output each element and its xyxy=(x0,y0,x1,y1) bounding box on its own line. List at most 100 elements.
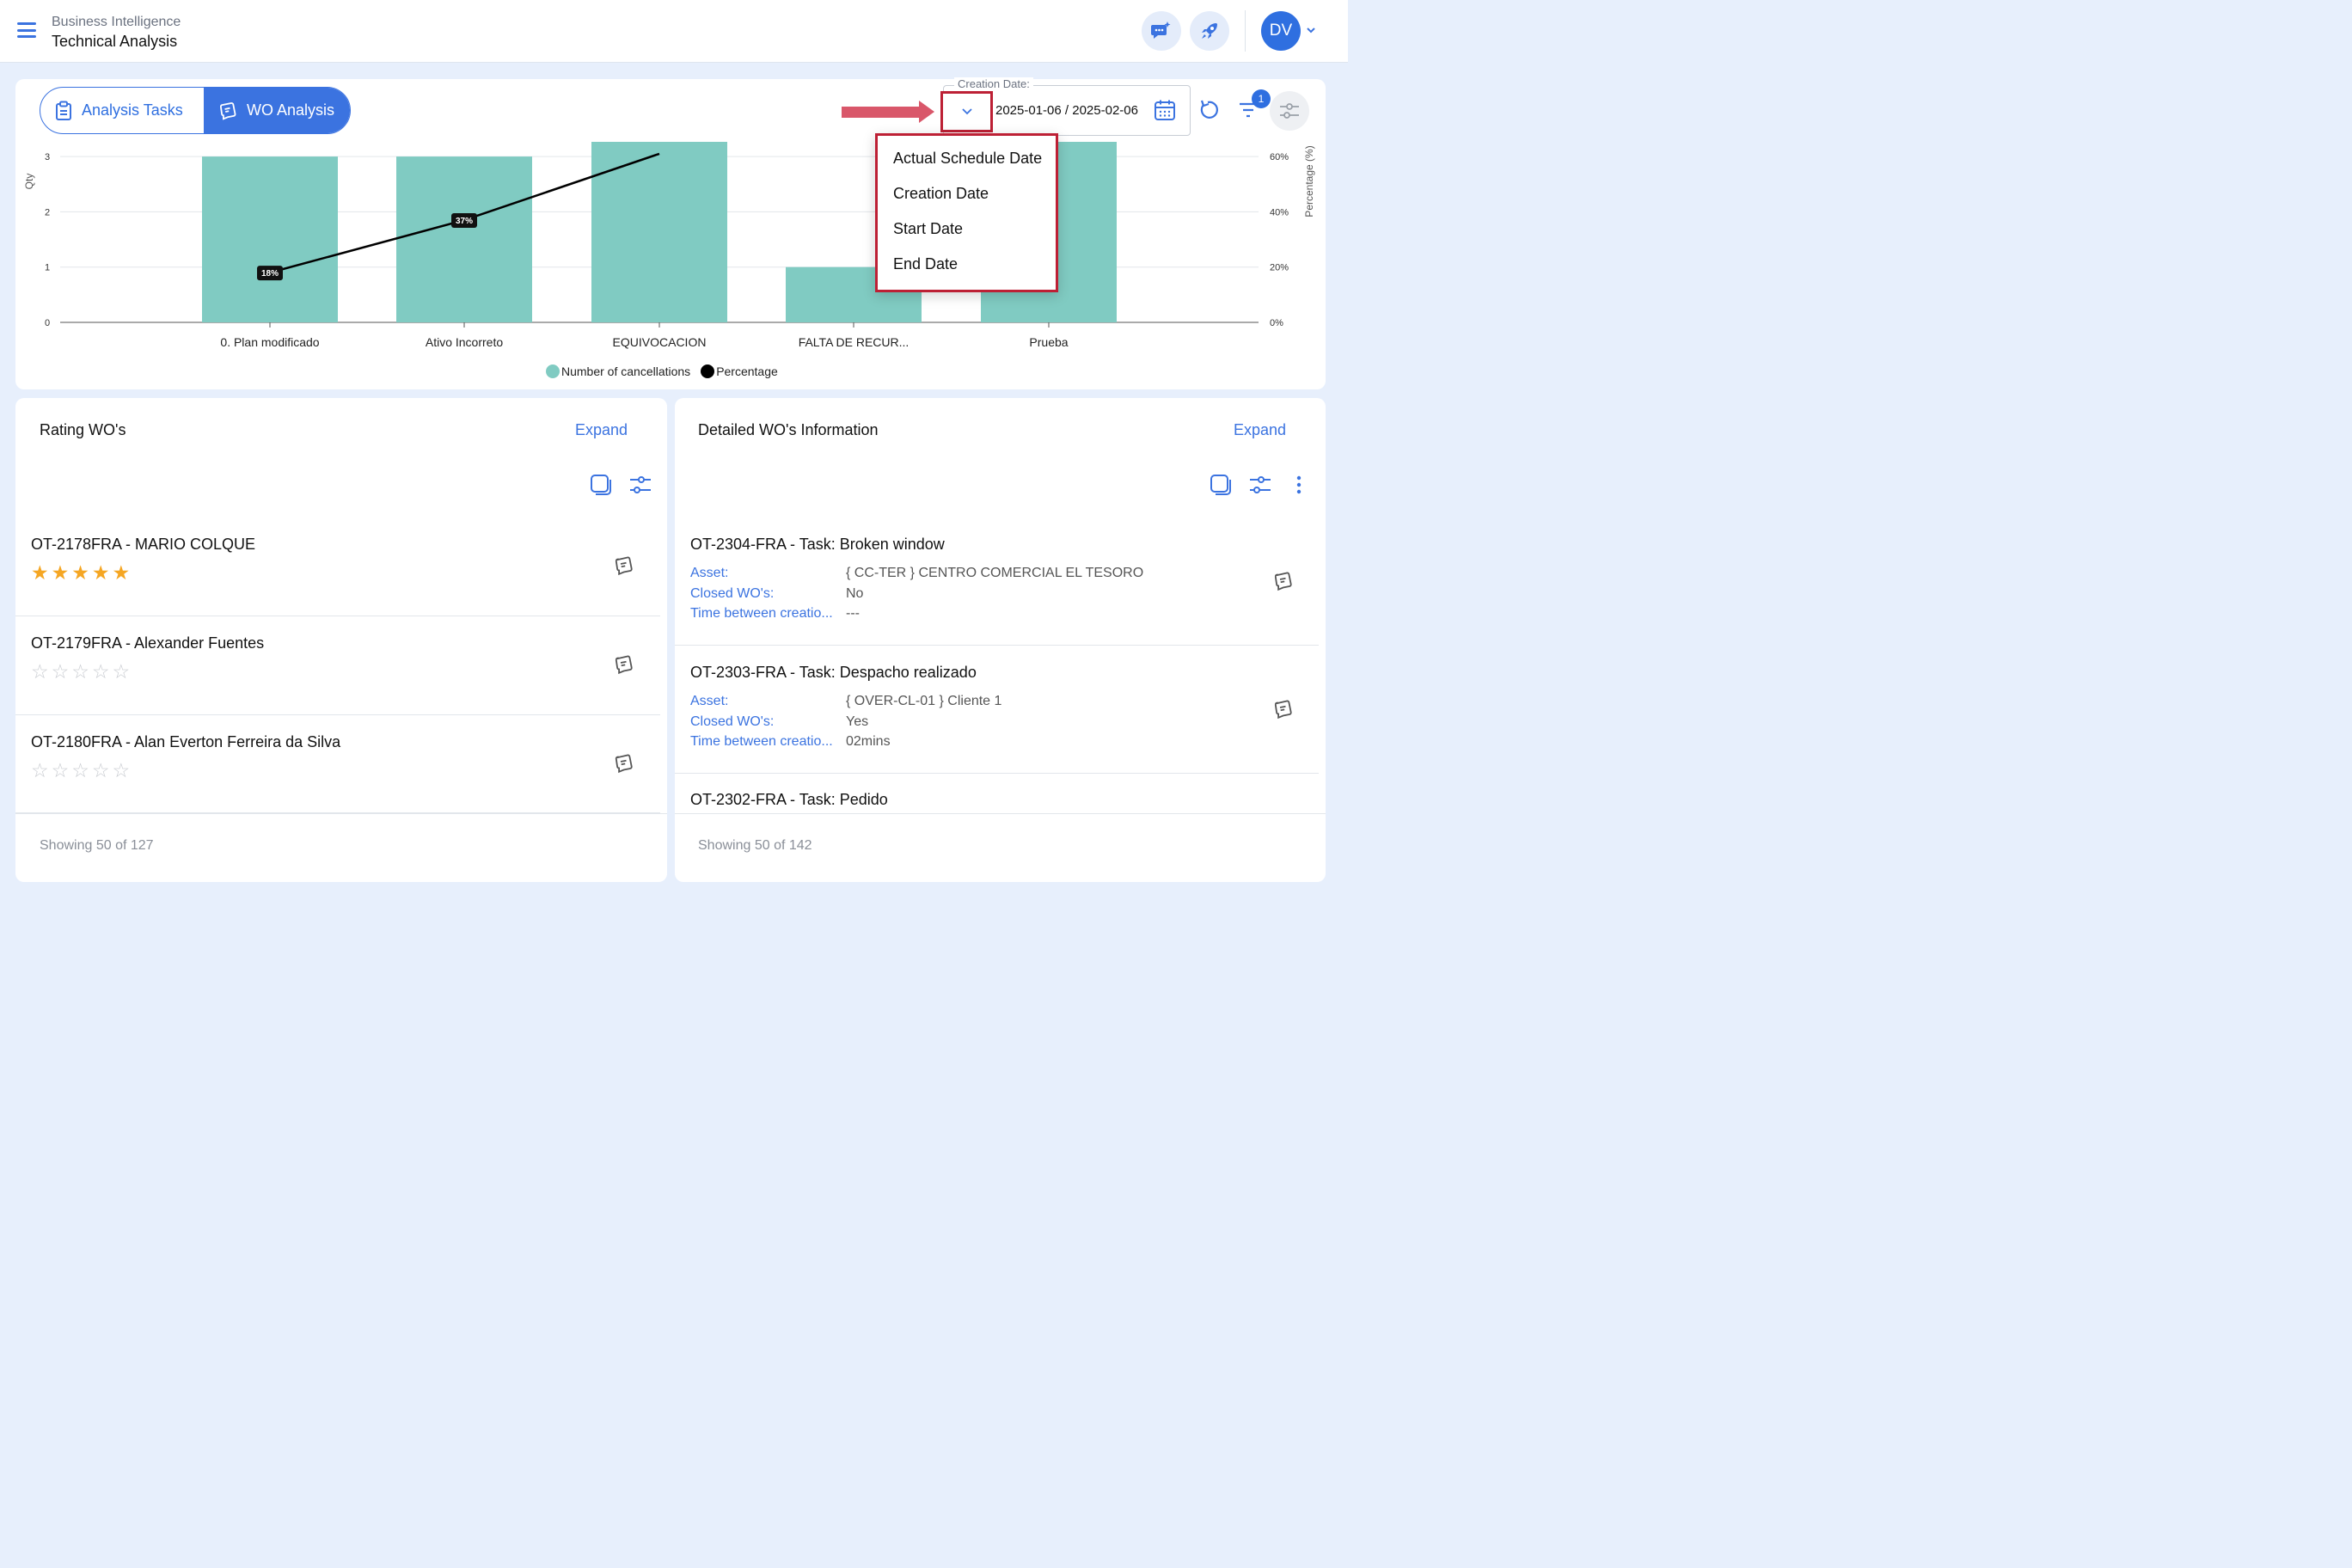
work-order-icon[interactable] xyxy=(1272,698,1295,720)
star-empty-icon: ☆ xyxy=(51,759,70,781)
user-avatar[interactable]: DV xyxy=(1261,11,1301,51)
point-label: 18% xyxy=(261,269,279,279)
breadcrumb-parent: Business Intelligence xyxy=(52,15,181,29)
y-right-tick-label: 40% xyxy=(1270,207,1289,217)
copy-icon[interactable] xyxy=(590,474,612,496)
tab-wo-analysis-label: WO Analysis xyxy=(247,101,335,119)
closed-label: Closed WO's: xyxy=(690,586,775,601)
list-item[interactable]: OT-2178FRA - MARIO COLQUE ★ ★ ★ ★ ★ xyxy=(15,517,660,616)
x-tick-label: 0. Plan modificado xyxy=(220,335,319,349)
chevron-down-icon xyxy=(961,108,972,115)
star-filled-icon: ★ xyxy=(91,561,110,584)
closed-label: Closed WO's: xyxy=(690,714,775,729)
list-item[interactable]: OT-2180FRA - Alan Everton Ferreira da Si… xyxy=(15,715,660,813)
time-label: Time between creatio... xyxy=(690,606,833,621)
star-rating: ☆ ☆ ☆ ☆ ☆ xyxy=(31,761,130,781)
menu-item-start-date[interactable]: Start Date xyxy=(893,220,963,238)
rocket-icon xyxy=(1202,23,1217,39)
tab-wo-analysis[interactable]: WO Analysis xyxy=(204,88,350,133)
page-title: Technical Analysis xyxy=(52,33,178,50)
point-label: 37% xyxy=(456,217,473,226)
rating-item-title: OT-2180FRA - Alan Everton Ferreira da Si… xyxy=(31,733,341,750)
time-value: 02mins xyxy=(846,734,891,749)
calendar-icon[interactable] xyxy=(1154,99,1176,121)
sliders-icon[interactable] xyxy=(628,474,652,496)
y-right-tick-label: 20% xyxy=(1270,263,1289,273)
detail-card: Detailed WO's Information Expand OT-2304… xyxy=(675,398,1326,882)
asset-value: { CC-TER } CENTRO COMERCIAL EL TESORO xyxy=(846,566,1144,580)
card-footer-divider xyxy=(15,813,667,814)
rating-card-title: Rating WO's xyxy=(40,421,126,438)
sliders-icon[interactable] xyxy=(1248,474,1272,496)
bar xyxy=(202,156,338,322)
work-order-icon[interactable] xyxy=(613,752,635,775)
more-vertical-icon[interactable] xyxy=(1295,474,1302,496)
star-empty-icon: ☆ xyxy=(51,660,70,683)
y-right-tick-label: 60% xyxy=(1270,152,1289,162)
sliders-icon xyxy=(1280,103,1299,119)
card-footer-divider xyxy=(675,813,1326,814)
cancellations-chart: 0 1 2 3 0% 20% 40% 60% Qty Percentage (%) 0. Plan … xyxy=(23,142,1315,349)
list-item[interactable]: OT-2304-FRA - Task: Broken window Asset:… xyxy=(675,517,1319,646)
x-tick-label: Ativo Incorreto xyxy=(426,335,503,349)
legend-item-cancellations[interactable]: Number of cancellations xyxy=(546,364,690,378)
menu-icon[interactable] xyxy=(17,22,36,38)
bar xyxy=(396,156,532,322)
star-empty-icon: ☆ xyxy=(112,660,131,683)
chat-assistant-button[interactable] xyxy=(1142,11,1181,51)
date-field-label: Creation Date: xyxy=(954,77,1033,90)
list-item[interactable]: OT-2303-FRA - Task: Despacho realizado A… xyxy=(675,646,1319,774)
menu-item-end-date[interactable]: End Date xyxy=(893,255,958,273)
star-empty-icon: ☆ xyxy=(91,660,110,683)
work-order-icon xyxy=(220,101,236,120)
app-header: Business Intelligence Technical Analysis… xyxy=(0,0,1348,63)
closed-value: No xyxy=(846,586,864,601)
detail-item-title: OT-2304-FRA - Task: Broken window xyxy=(690,536,945,553)
detail-card-title: Detailed WO's Information xyxy=(698,421,879,438)
detail-expand-link[interactable]: Expand xyxy=(1234,421,1286,439)
star-rating: ★ ★ ★ ★ ★ xyxy=(31,563,130,583)
date-range-value[interactable]: 2025-01-06 / 2025-02-06 xyxy=(995,103,1138,118)
menu-item-actual-schedule-date[interactable]: Actual Schedule Date xyxy=(893,150,1042,168)
y-tick-label: 2 xyxy=(45,207,50,217)
annotation-arrow-head xyxy=(919,101,934,123)
work-order-icon[interactable] xyxy=(613,653,635,676)
rating-expand-link[interactable]: Expand xyxy=(575,421,628,439)
work-order-icon[interactable] xyxy=(613,554,635,577)
star-rating: ☆ ☆ ☆ ☆ ☆ xyxy=(31,662,130,682)
list-item[interactable]: OT-2179FRA - Alexander Fuentes ☆ ☆ ☆ ☆ ☆ xyxy=(15,616,660,715)
closed-value: Yes xyxy=(846,714,869,729)
star-filled-icon: ★ xyxy=(31,561,49,584)
star-filled-icon: ★ xyxy=(71,561,89,584)
chart-settings-button[interactable] xyxy=(1270,91,1309,131)
date-type-dropdown-button[interactable] xyxy=(940,91,993,132)
copy-icon[interactable] xyxy=(1210,474,1232,496)
asset-value: { OVER-CL-01 } Cliente 1 xyxy=(846,694,1002,708)
launch-button[interactable] xyxy=(1190,11,1229,51)
y-right-axis-title: Percentage (%) xyxy=(1303,145,1315,217)
x-tick-label: Prueba xyxy=(1029,335,1068,349)
legend-label: Number of cancellations xyxy=(561,364,691,378)
legend-label: Percentage xyxy=(716,364,778,378)
star-empty-icon: ☆ xyxy=(31,759,49,781)
legend-item-percentage[interactable]: Percentage xyxy=(701,364,778,378)
header-divider xyxy=(1245,10,1246,52)
asset-label: Asset: xyxy=(690,566,729,580)
x-tick-label: EQUIVOCACION xyxy=(613,335,707,349)
tab-analysis-tasks-label: Analysis Tasks xyxy=(82,101,183,119)
menu-item-creation-date[interactable]: Creation Date xyxy=(893,185,989,203)
star-empty-icon: ☆ xyxy=(31,660,49,683)
tab-analysis-tasks[interactable]: Analysis Tasks xyxy=(40,88,204,133)
rating-card: Rating WO's Expand OT-2178FRA - MARIO CO… xyxy=(15,398,667,882)
clipboard-icon xyxy=(56,101,71,120)
detail-item-title: OT-2302-FRA - Task: Pedido xyxy=(690,791,888,808)
refresh-icon[interactable] xyxy=(1198,99,1221,121)
rating-showing-count: Showing 50 of 127 xyxy=(40,838,154,853)
chevron-down-icon[interactable] xyxy=(1305,24,1317,36)
work-order-icon[interactable] xyxy=(1272,570,1295,592)
list-item[interactable]: OT-2302-FRA - Task: Pedido xyxy=(675,774,1319,813)
time-label: Time between creatio... xyxy=(690,734,833,749)
annotation-arrow xyxy=(842,107,921,118)
star-empty-icon: ☆ xyxy=(71,759,89,781)
filter-count-badge: 1 xyxy=(1252,89,1271,108)
